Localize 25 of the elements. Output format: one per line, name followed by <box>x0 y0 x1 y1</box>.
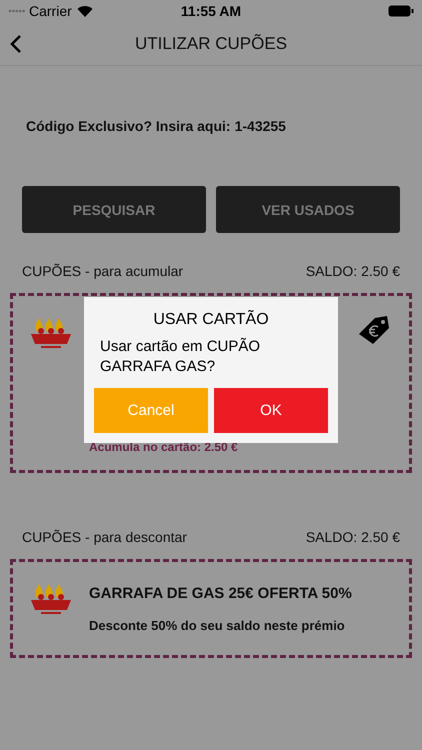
ok-button[interactable]: OK <box>214 388 328 433</box>
code-value: 1-43255 <box>234 118 286 134</box>
section-title: CUPÕES - para descontar <box>22 529 187 545</box>
status-time: 11:55 AM <box>180 3 242 19</box>
wifi-icon <box>76 5 93 17</box>
signal-icon <box>8 8 26 14</box>
cancel-button[interactable]: Cancel <box>94 388 208 433</box>
balance-label: SALDO: 2.50 € <box>306 263 400 279</box>
dialog-message: Usar cartão em CUPÃO GARRAFA GAS? <box>99 337 262 376</box>
carrier-label: Carrier <box>29 3 72 19</box>
coupon-note: Acumula no cartão: 2.50 € <box>89 440 238 456</box>
search-button[interactable]: PESQUISAR <box>22 186 206 233</box>
coupon-card[interactable]: GARRAFA DE GAS 25€ OFERTA 50% Desconte 50% do seu saldo neste prémio <box>10 559 412 658</box>
logo-drawing <box>29 316 73 350</box>
battery-icon <box>388 5 414 17</box>
dialog-title: USAR CARTÃO <box>153 311 269 329</box>
back-icon[interactable] <box>10 34 22 54</box>
logo-drawing <box>29 582 73 616</box>
balance-label: SALDO: 2.50 € <box>306 529 400 545</box>
code-label: Código Exclusivo? Insira aqui: <box>26 118 231 134</box>
view-used-button[interactable]: VER USADOS <box>216 186 400 233</box>
nav-title: UTILIZAR CUPÕES <box>134 34 288 54</box>
section-title: CUPÕES - para acumular <box>22 263 184 279</box>
coupon-description: Desconte 50% do seu saldo neste prémio <box>89 618 346 634</box>
coupon-title: GARRAFA DE GAS 25€ OFERTA 50% <box>89 584 349 604</box>
